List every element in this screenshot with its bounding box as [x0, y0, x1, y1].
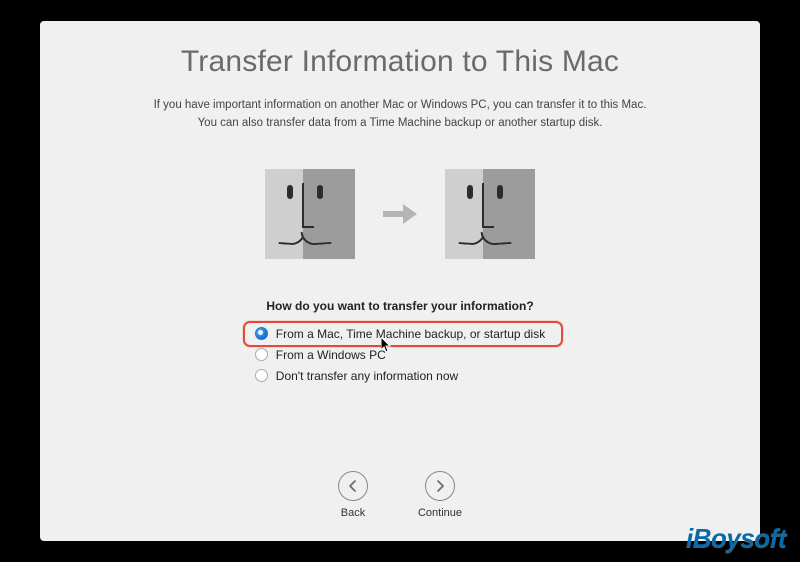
subtitle-line-2: You can also transfer data from a Time M… — [198, 117, 603, 129]
back-label: Back — [341, 507, 365, 519]
migration-assistant-window: Transfer Information to This Mac If you … — [40, 21, 760, 541]
radio-icon — [255, 327, 268, 340]
transfer-options-group: From a Mac, Time Machine backup, or star… — [251, 325, 549, 385]
page-title: Transfer Information to This Mac — [181, 45, 619, 79]
option-label: Don't transfer any information now — [276, 369, 458, 383]
navigation-bar: Back Continue — [40, 471, 760, 519]
option-from-windows[interactable]: From a Windows PC — [251, 346, 549, 364]
arrow-right-icon — [425, 471, 455, 501]
back-button[interactable]: Back — [338, 471, 368, 519]
finder-icon-target — [445, 169, 535, 259]
arrow-right-icon — [383, 201, 417, 227]
option-dont-transfer[interactable]: Don't transfer any information now — [251, 367, 549, 385]
radio-icon — [255, 348, 268, 361]
continue-button[interactable]: Continue — [418, 471, 462, 519]
radio-icon — [255, 369, 268, 382]
option-label: From a Mac, Time Machine backup, or star… — [276, 327, 545, 341]
finder-icon-source — [265, 169, 355, 259]
continue-label: Continue — [418, 507, 462, 519]
arrow-left-icon — [338, 471, 368, 501]
option-from-mac[interactable]: From a Mac, Time Machine backup, or star… — [251, 325, 549, 343]
transfer-illustration — [265, 169, 535, 259]
transfer-prompt: How do you want to transfer your informa… — [266, 299, 533, 313]
page-subtitle: If you have important information on ano… — [154, 97, 647, 133]
subtitle-line-1: If you have important information on ano… — [154, 99, 647, 111]
option-label: From a Windows PC — [276, 348, 386, 362]
